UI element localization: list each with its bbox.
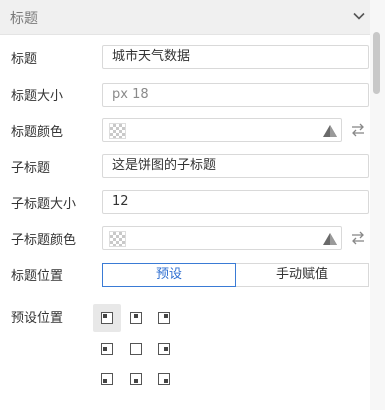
subtitle-label: 子标题: [11, 161, 51, 176]
position-top-right-icon: [158, 312, 170, 324]
title-size-label: 标题大小: [11, 89, 64, 104]
subtitle-color-swatch[interactable]: [109, 231, 126, 247]
position-middle-right[interactable]: [150, 335, 178, 363]
title-color-picker[interactable]: [102, 118, 342, 142]
title-position-toggle: 预设 手动赋值: [102, 263, 369, 287]
subtitle-color-picker[interactable]: [102, 226, 342, 250]
subtitle-size-label: 子标题大小: [11, 197, 77, 212]
swap-icon[interactable]: [350, 231, 366, 245]
title-position-label: 标题位置: [11, 269, 64, 284]
subtitle-color-label: 子标题颜色: [11, 233, 77, 248]
position-bottom-right-icon: [158, 373, 170, 385]
position-middle-left[interactable]: [93, 335, 121, 363]
position-bottom-left-icon: [101, 373, 113, 385]
position-bottom-right[interactable]: [150, 365, 178, 393]
position-bottom-center-icon: [130, 373, 142, 385]
vertical-scrollbar[interactable]: [370, 0, 385, 410]
position-bottom-left[interactable]: [93, 365, 121, 393]
title-color-label: 标题颜色: [11, 125, 64, 140]
position-top-right[interactable]: [150, 304, 178, 332]
preset-option-button[interactable]: 预设: [102, 263, 236, 287]
swap-icon[interactable]: [350, 123, 366, 137]
position-center[interactable]: [122, 335, 150, 363]
position-top-center-icon: [130, 312, 142, 324]
subtitle-size-input[interactable]: 12: [102, 190, 369, 214]
color-dropper-icon[interactable]: [321, 231, 339, 247]
position-top-left[interactable]: [93, 304, 121, 332]
position-center-icon: [130, 343, 142, 355]
manual-option-button[interactable]: 手动赋值: [235, 263, 369, 287]
title-label: 标题: [11, 52, 38, 67]
title-size-input[interactable]: px 18: [102, 83, 369, 107]
position-middle-right-icon: [158, 343, 170, 355]
scrollbar-thumb[interactable]: [373, 32, 380, 94]
title-input[interactable]: 城市天气数据: [102, 45, 369, 69]
position-bottom-center[interactable]: [122, 365, 150, 393]
subtitle-input[interactable]: 这是饼图的子标题: [102, 154, 369, 178]
preset-position-label: 预设位置: [11, 311, 64, 326]
position-top-left-icon: [101, 312, 113, 324]
position-middle-left-icon: [101, 343, 113, 355]
chevron-down-icon[interactable]: [352, 9, 366, 23]
color-dropper-icon[interactable]: [321, 123, 339, 139]
section-header[interactable]: 标题: [0, 0, 370, 35]
position-top-center[interactable]: [122, 304, 150, 332]
title-color-swatch[interactable]: [109, 123, 126, 139]
section-title: 标题: [10, 11, 38, 27]
